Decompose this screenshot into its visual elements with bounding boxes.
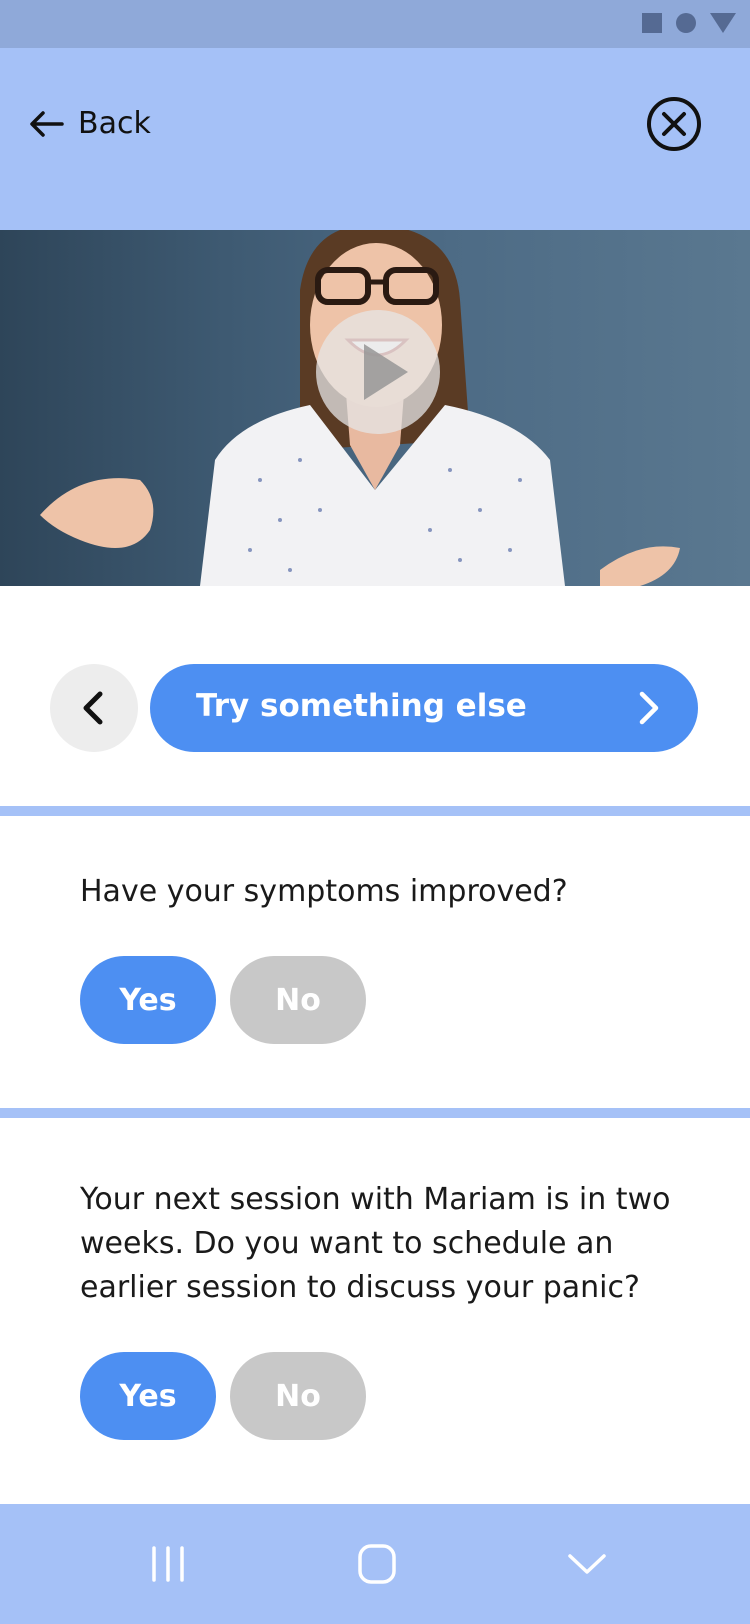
schedule-no-button[interactable]: No	[230, 1352, 366, 1440]
section-divider	[0, 1108, 750, 1118]
question-symptoms: Have your symptoms improved?	[80, 874, 568, 909]
header: Back	[0, 48, 750, 230]
collapse-button[interactable]	[562, 1542, 612, 1586]
question-schedule-session: Your next session with Mariam is in two …	[80, 1182, 671, 1305]
status-square-icon	[642, 13, 662, 33]
previous-button[interactable]	[50, 664, 138, 752]
step-navigation: Try something else	[0, 586, 750, 806]
home-icon	[358, 1544, 396, 1584]
symptoms-yes-button[interactable]: Yes	[80, 956, 216, 1044]
play-button[interactable]	[316, 310, 440, 434]
system-navigation-bar	[0, 1504, 750, 1624]
back-label: Back	[78, 106, 151, 141]
try-something-else-label: Try something else	[196, 688, 527, 724]
recent-apps-icon	[152, 1546, 184, 1582]
back-button[interactable]: Back	[28, 106, 151, 141]
arrow-left-icon	[30, 110, 64, 137]
recent-apps-button[interactable]	[144, 1542, 194, 1586]
section-divider	[0, 806, 750, 816]
chevron-left-icon	[83, 691, 103, 725]
try-something-else-button[interactable]: Try something else	[150, 664, 698, 752]
chevron-right-icon	[639, 691, 659, 725]
video-player[interactable]	[0, 230, 750, 586]
status-triangle-icon	[710, 13, 736, 33]
close-button[interactable]	[646, 96, 702, 152]
status-icons	[642, 13, 736, 33]
play-icon	[364, 344, 408, 400]
home-button[interactable]	[352, 1542, 402, 1586]
status-bar	[0, 0, 750, 48]
schedule-yes-button[interactable]: Yes	[80, 1352, 216, 1440]
status-circle-icon	[676, 13, 696, 33]
close-circle-icon	[647, 97, 701, 151]
chevron-down-icon	[568, 1554, 606, 1574]
symptoms-no-button[interactable]: No	[230, 956, 366, 1044]
